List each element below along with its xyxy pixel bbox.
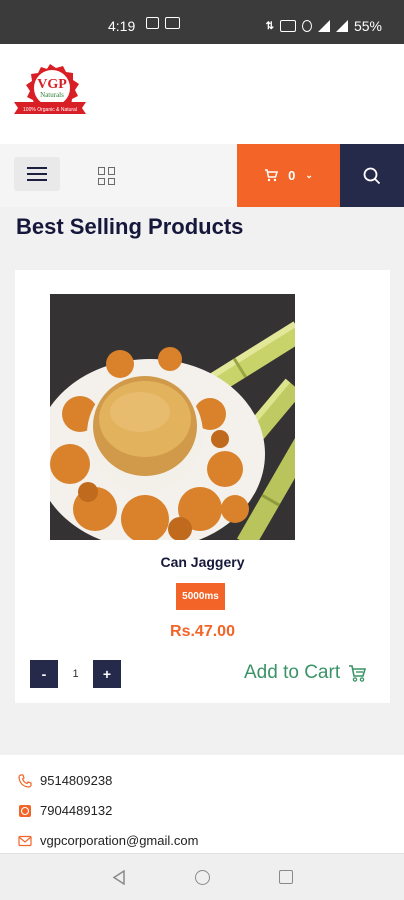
recent-apps-icon[interactable] — [279, 870, 293, 884]
whatsapp-icon — [18, 804, 32, 818]
product-image[interactable] — [50, 294, 295, 540]
network-speed-icon: ⇅ — [265, 20, 274, 32]
search-icon — [363, 167, 381, 184]
chevron-down-icon: ⌄ — [305, 170, 313, 180]
vibrate-icon — [301, 20, 312, 32]
product-card: Can Jaggery 5000ms Rs.47.00 - 1 + Add to… — [15, 270, 390, 703]
laptop-icon — [165, 17, 180, 29]
quantity-decrease-button[interactable]: - — [30, 660, 58, 688]
cart-button[interactable]: 0 ⌄ — [237, 144, 340, 207]
email-address: vgpcorporation@gmail.com — [40, 833, 199, 848]
navigation-bar: 0 ⌄ — [0, 144, 404, 207]
battery-percentage: 55% — [353, 18, 382, 34]
status-right: ⇅ 55% — [266, 18, 382, 34]
status-bar: 4:19 ⇅ 55% — [0, 0, 404, 44]
contact-phone-2[interactable]: 7904489132 — [18, 803, 112, 818]
email-icon — [18, 834, 32, 848]
section-title: Best Selling Products — [16, 214, 244, 239]
wifi-signal-icon — [317, 20, 330, 32]
status-notification-icons — [146, 17, 180, 29]
back-icon[interactable] — [112, 870, 126, 885]
contact-phone-1[interactable]: 9514809238 — [18, 773, 112, 788]
hamburger-icon — [27, 167, 47, 169]
footer-contacts: 9514809238 7904489132 vgpcorporation@gma… — [0, 755, 404, 855]
quantity-value[interactable]: 1 — [60, 660, 91, 688]
vgp-naturals-logo[interactable]: VGP Naturals 100% Organic & Natural — [12, 62, 88, 120]
phone-icon — [18, 773, 32, 788]
cart-icon — [265, 169, 279, 182]
weight-badge[interactable]: 5000ms — [176, 583, 225, 610]
quantity-increase-button[interactable]: + — [93, 660, 121, 688]
cart-count: 0 — [288, 168, 296, 183]
add-to-cart-button[interactable]: Add to Cart — [244, 662, 367, 684]
status-time: 4:19 — [108, 18, 136, 34]
add-to-cart-label: Add to Cart — [244, 662, 341, 683]
site-header: VGP Naturals 100% Organic & Natural — [0, 44, 404, 144]
system-navigation-bar — [0, 853, 404, 900]
search-button[interactable] — [340, 144, 404, 207]
home-icon[interactable] — [195, 870, 210, 885]
product-price: Rs.47.00 — [170, 623, 235, 640]
svg-text:VGP: VGP — [37, 77, 67, 92]
volte-icon — [279, 20, 296, 32]
svg-text:100% Organic & Natural: 100% Organic & Natural — [23, 107, 77, 113]
phone-number-1: 9514809238 — [40, 773, 113, 788]
cell-signal-icon — [335, 20, 348, 32]
grid-view-icon[interactable] — [98, 167, 116, 185]
gallery-icon — [146, 17, 159, 29]
menu-button[interactable] — [14, 157, 60, 191]
phone-number-2: 7904489132 — [40, 803, 113, 818]
product-name[interactable]: Can Jaggery — [15, 554, 390, 570]
cart-icon — [349, 664, 367, 682]
contact-email[interactable]: vgpcorporation@gmail.com — [18, 833, 198, 848]
svg-text:Naturals: Naturals — [40, 91, 64, 99]
